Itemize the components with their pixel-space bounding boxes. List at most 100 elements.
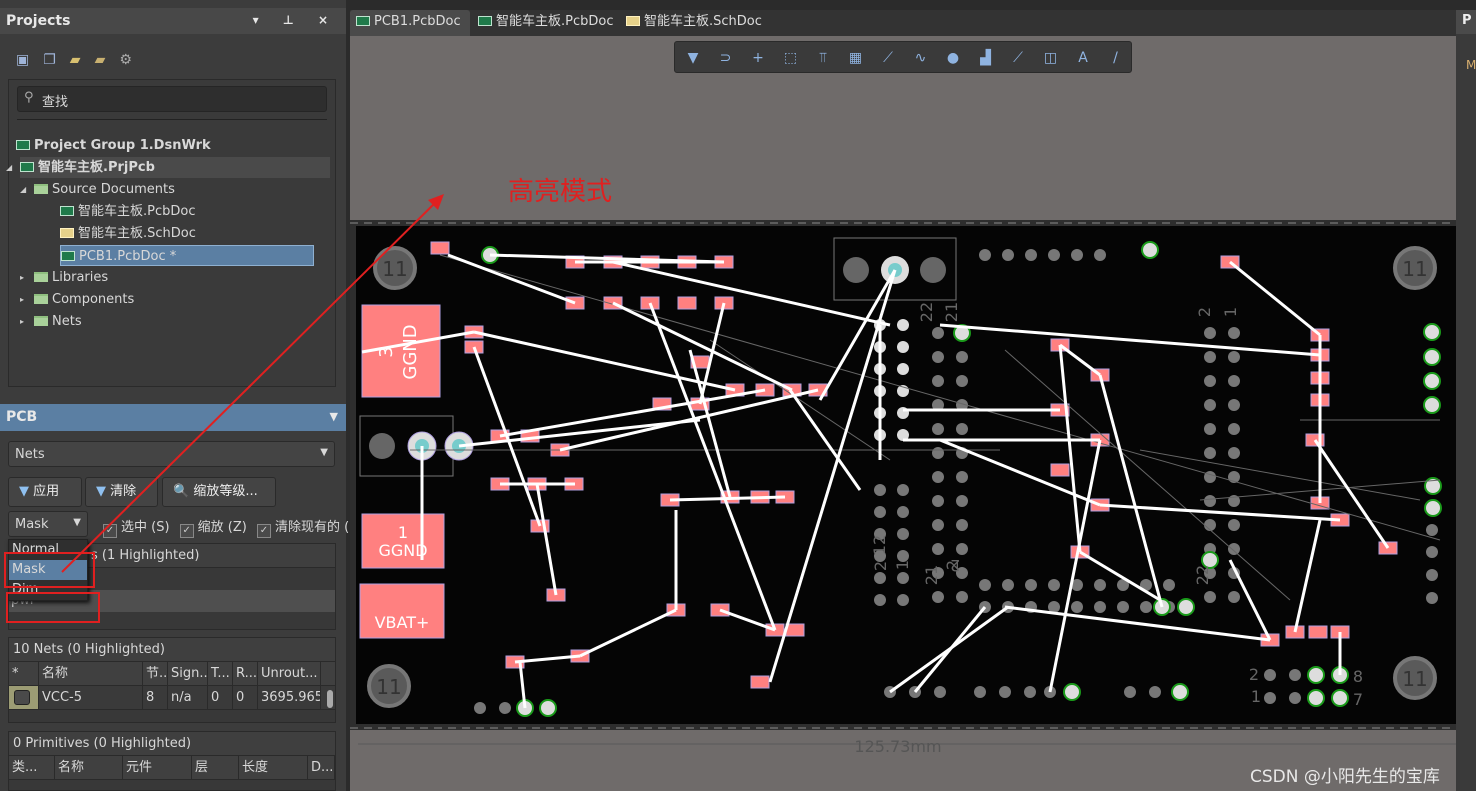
- nets-scrollbar[interactable]: [327, 690, 333, 708]
- tree-item[interactable]: ▸ Components: [20, 289, 135, 310]
- folder-icon: [34, 272, 48, 282]
- align-icon[interactable]: ⫪: [813, 48, 833, 68]
- smd-pad: [430, 241, 450, 255]
- net-color-swatch[interactable]: [9, 686, 39, 709]
- col-component[interactable]: 元件: [123, 756, 192, 779]
- pin: [897, 594, 909, 606]
- col-r[interactable]: R...: [233, 662, 258, 685]
- tree-item[interactable]: ◢ 智能车主板.PrjPcb: [6, 157, 330, 178]
- save-icon[interactable]: ▣: [16, 52, 43, 68]
- diff-pair-icon[interactable]: ∿: [911, 48, 931, 68]
- col-unrouted[interactable]: Unrout...: [258, 662, 321, 685]
- panel-controls[interactable]: ▾ ⊥ ×: [253, 13, 338, 27]
- col-d[interactable]: D...: [308, 756, 335, 779]
- pin: [956, 519, 968, 531]
- nets-grid: 10 Nets (0 Highlighted) * 名称 节.. Sign...…: [8, 637, 336, 723]
- line-icon[interactable]: /: [1106, 48, 1126, 68]
- pcb-canvas[interactable]: 125.73mm 11 11 11 11 3 GGND 1 GGND VBAT+ 22 21 12 2 1 2…: [350, 36, 1456, 791]
- net-nodes: 8: [143, 686, 168, 709]
- pin: [932, 447, 944, 459]
- options-row: ✓ 选中 (S) ✓ 缩放 (Z) ✓ 清除现有的 (: [103, 516, 349, 538]
- green-pad: [1307, 689, 1325, 707]
- expand-arrow-icon[interactable]: ◢: [6, 157, 12, 178]
- tab-pcb1[interactable]: PCB1.PcbDoc *: [350, 10, 470, 53]
- table-row[interactable]: VCC-5 8 n/a 0 0 3695.965: [9, 686, 335, 710]
- cross-icon[interactable]: +: [748, 48, 768, 68]
- green-pad: [1331, 689, 1349, 707]
- clear-existing-checkbox[interactable]: ✓ 清除现有的 (: [257, 520, 349, 538]
- pin: [1204, 495, 1216, 507]
- pcb-mode-select[interactable]: Nets ▼: [8, 441, 335, 467]
- folder-settings-icon[interactable]: ▰: [95, 52, 120, 68]
- col-type[interactable]: 类...: [9, 756, 55, 779]
- expand-arrow-icon[interactable]: ▸: [20, 289, 24, 310]
- sch-doc-icon: [60, 228, 74, 238]
- search-input[interactable]: ⚲ 查找: [17, 86, 327, 112]
- component-icon[interactable]: ▦: [846, 48, 866, 68]
- pcb-board[interactable]: 125.73mm11 1111 113 GGND1GGNDVBAT+22 21122 12…: [350, 36, 1456, 791]
- primitives-grid: 0 Primitives (0 Highlighted) 类... 名称 元件 …: [8, 731, 336, 791]
- primitives-header: 0 Primitives (0 Highlighted): [9, 732, 335, 756]
- col-t[interactable]: T...: [208, 662, 233, 685]
- pad-label: GGND: [400, 324, 421, 379]
- pcb-mode-value: Nets: [15, 447, 45, 462]
- open-folder-icon[interactable]: ▰: [70, 52, 95, 68]
- panel-menu-icon[interactable]: ▼: [330, 410, 338, 423]
- route-icon[interactable]: ⟋: [878, 48, 898, 68]
- filter-icon[interactable]: ▼: [683, 48, 703, 68]
- pin: [1163, 579, 1175, 591]
- col-signal[interactable]: Sign...: [168, 662, 208, 685]
- text-icon[interactable]: A: [1073, 48, 1093, 68]
- tab-schdoc[interactable]: 智能车主板.SchDoc: [620, 10, 762, 36]
- apply-button[interactable]: ▼ 应用: [8, 477, 82, 507]
- snap-icon[interactable]: ⊃: [716, 48, 736, 68]
- col-layer[interactable]: 层: [192, 756, 239, 779]
- pin: [1124, 686, 1136, 698]
- select-checkbox[interactable]: ✓ 选中 (S): [103, 520, 170, 538]
- zoom-level-button[interactable]: 🔍 缩放等级...: [162, 477, 276, 507]
- highlight-mode-select[interactable]: Mask ▼: [8, 511, 88, 537]
- copy-icon[interactable]: ❐: [43, 52, 70, 68]
- tree-item[interactable]: 智能车主板.PcbDoc: [60, 201, 195, 222]
- tab-pcbdoc[interactable]: 智能车主板.PcbDoc: [472, 10, 613, 36]
- pcb-doc-icon: [356, 16, 370, 26]
- col-nodes[interactable]: 节..: [143, 662, 168, 685]
- tree-item[interactable]: 智能车主板.SchDoc: [60, 223, 196, 244]
- tree-item[interactable]: Project Group 1.DsnWrk: [16, 135, 211, 156]
- pin: [1094, 579, 1106, 591]
- clear-button[interactable]: ▼ 清除: [85, 477, 158, 507]
- folder-icon: [34, 184, 48, 194]
- tree-item[interactable]: PCB1.PcbDoc *: [60, 245, 314, 266]
- projects-toolbar[interactable]: ▣❐▰▰⚙: [16, 52, 146, 68]
- chevron-down-icon: ▼: [73, 517, 81, 528]
- col-name[interactable]: 名称: [55, 756, 123, 779]
- col-star[interactable]: *: [9, 662, 39, 685]
- expand-arrow-icon[interactable]: ▸: [20, 311, 24, 332]
- expand-arrow-icon[interactable]: ◢: [20, 179, 26, 200]
- tree-item[interactable]: ▸ Libraries: [20, 267, 108, 288]
- green-pad: [539, 699, 557, 717]
- filter-icon: ▼: [19, 484, 29, 499]
- expand-arrow-icon[interactable]: ▸: [20, 267, 24, 288]
- pin: [1228, 591, 1240, 603]
- polygon-icon[interactable]: ▟: [976, 48, 996, 68]
- track-icon[interactable]: ⟋: [1008, 48, 1028, 68]
- pad-label: 1: [398, 523, 408, 542]
- tree-item[interactable]: ◢ Source Documents: [20, 179, 175, 200]
- chevron-down-icon: ▼: [320, 447, 328, 458]
- net-signal: n/a: [168, 686, 208, 709]
- green-pad: [1423, 348, 1441, 366]
- dimension-icon[interactable]: ◫: [1041, 48, 1061, 68]
- pcb-panel-title: PCB: [6, 409, 38, 425]
- gear-icon[interactable]: ⚙: [119, 52, 146, 68]
- col-name[interactable]: 名称: [39, 662, 143, 685]
- tree-item-label: Components: [52, 292, 135, 307]
- annotation-box-mask: [4, 552, 95, 588]
- via-icon[interactable]: ●: [943, 48, 963, 68]
- zoom-checkbox[interactable]: ✓ 缩放 (Z): [179, 520, 247, 538]
- via: [920, 257, 946, 283]
- select-rect-icon[interactable]: ⬚: [781, 48, 801, 68]
- col-length[interactable]: 长度: [239, 756, 308, 779]
- tree-item[interactable]: ▸ Nets: [20, 311, 82, 332]
- pin: [1094, 249, 1106, 261]
